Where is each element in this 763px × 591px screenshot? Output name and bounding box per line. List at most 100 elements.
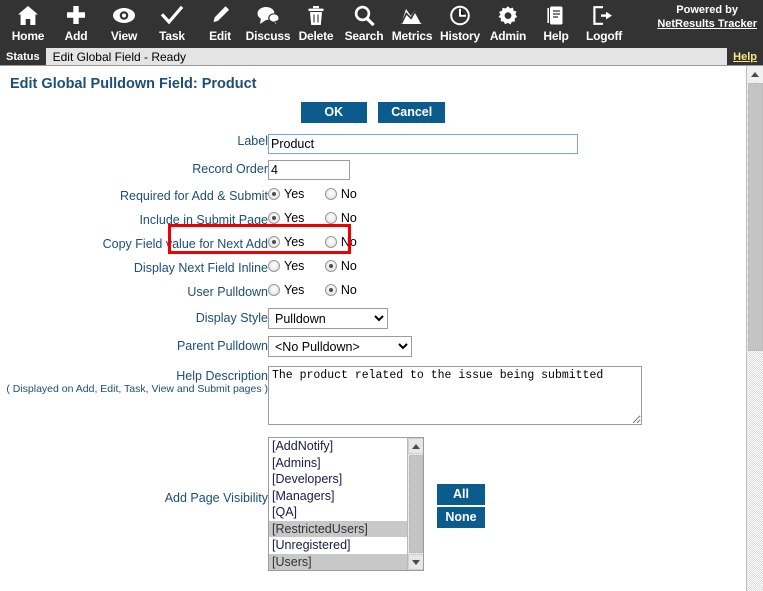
netresults-tracker-link[interactable]: NetResults Tracker	[657, 17, 757, 31]
list-item[interactable]: [Admins]	[269, 455, 407, 472]
required-no-radio[interactable]	[324, 188, 337, 200]
required-no-label: No	[340, 187, 357, 201]
toolbar-item-logoff[interactable]: Logoff	[580, 0, 628, 48]
list-item[interactable]: [Managers]	[269, 488, 407, 505]
include-submit-no-option[interactable]: No	[324, 211, 373, 225]
list-item[interactable]: [QA]	[269, 504, 407, 521]
toolbar-item-metrics[interactable]: Metrics	[388, 0, 436, 48]
scroll-up-icon[interactable]	[747, 66, 763, 82]
display-style-select[interactable]: Pulldown	[268, 308, 388, 329]
add-page-visibility-label: Add Page Visibility	[164, 491, 268, 505]
display-inline-no-radio[interactable]	[324, 260, 337, 272]
listbox-scroll-up-icon[interactable]	[408, 438, 423, 454]
status-bar: Status Edit Global Field - Ready Help	[0, 48, 763, 66]
include-submit-label: Include in Submit Page	[139, 213, 268, 227]
page-scrollbar[interactable]	[746, 66, 763, 591]
select-none-button[interactable]: None	[437, 507, 485, 528]
include-submit-no-label: No	[340, 211, 357, 225]
display-inline-label: Display Next Field Inline	[133, 261, 268, 275]
select-all-button[interactable]: All	[437, 484, 485, 505]
user-pulldown-yes-radio[interactable]	[268, 284, 280, 296]
form-row-user-pulldown: User Pulldown Yes No	[0, 277, 746, 301]
listbox-scroll-thumb[interactable]	[409, 455, 423, 553]
copy-next-add-no-label: No	[340, 235, 357, 249]
toolbar-label-home: Home	[11, 29, 45, 43]
toolbar-item-help[interactable]: Help	[532, 0, 580, 48]
record-order-label: Record Order	[192, 162, 268, 176]
ok-button[interactable]: OK	[300, 102, 367, 123]
toolbar-item-search[interactable]: Search	[340, 0, 388, 48]
copy-next-add-yes-radio[interactable]	[268, 236, 280, 248]
toolbar-label-metrics: Metrics	[391, 29, 433, 43]
plus-icon	[65, 3, 87, 27]
form-row-include-submit: Include in Submit Page Yes No	[0, 205, 746, 229]
form-content: Edit Global Pulldown Field: Product OK C…	[0, 66, 746, 591]
user-pulldown-yes-option[interactable]: Yes	[268, 283, 320, 297]
record-order-input[interactable]	[268, 160, 350, 180]
list-item[interactable]: [Developers]	[269, 471, 407, 488]
listbox-items: [AddNotify] [Admins] [Developers] [Manag…	[269, 438, 407, 570]
copy-next-add-no-radio[interactable]	[324, 236, 337, 248]
toolbar-item-view[interactable]: View	[100, 0, 148, 48]
toolbar-item-discuss[interactable]: Discuss	[244, 0, 292, 48]
clock-icon	[449, 3, 471, 27]
magnifier-icon	[353, 3, 375, 27]
copy-next-add-yes-label: Yes	[284, 235, 305, 249]
toolbar-item-delete[interactable]: Delete	[292, 0, 340, 48]
toolbar-item-edit[interactable]: Edit	[196, 0, 244, 48]
required-no-option[interactable]: No	[324, 187, 373, 201]
listbox-scrollbar[interactable]	[407, 438, 423, 570]
list-item[interactable]: [Unregistered]	[269, 537, 407, 554]
page-scroll-thumb[interactable]	[748, 83, 763, 351]
parent-pulldown-select[interactable]: <No Pulldown>	[268, 336, 412, 357]
listbox-scroll-down-icon[interactable]	[408, 554, 423, 570]
chart-icon	[400, 3, 424, 27]
list-item[interactable]: [AddNotify]	[269, 438, 407, 455]
include-submit-yes-option[interactable]: Yes	[268, 211, 320, 225]
form-row-display-inline: Display Next Field Inline Yes No	[0, 253, 746, 277]
trash-icon	[305, 3, 327, 27]
list-item[interactable]: [Users]	[269, 553, 407, 570]
powered-by-block: Powered by NetResults Tracker	[657, 3, 757, 31]
status-help-container: Help	[727, 48, 763, 65]
display-style-label: Display Style	[195, 311, 268, 325]
required-yes-radio[interactable]	[268, 188, 280, 200]
help-link[interactable]: Help	[733, 51, 757, 63]
cancel-button[interactable]: Cancel	[378, 102, 446, 123]
toolbar-label-history: History	[440, 29, 480, 43]
exit-icon	[592, 3, 616, 27]
display-inline-yes-option[interactable]: Yes	[268, 259, 320, 273]
copy-next-add-no-option[interactable]: No	[324, 235, 373, 249]
powered-by-text: Powered by	[676, 4, 739, 16]
edit-field-form: Label Record Order Required for Add & Su…	[0, 134, 746, 571]
toolbar-item-task[interactable]: Task	[148, 0, 196, 48]
toolbar-item-add[interactable]: Add	[52, 0, 100, 48]
toolbar-label-task: Task	[159, 29, 185, 43]
toolbar-item-admin[interactable]: Admin	[484, 0, 532, 48]
user-pulldown-no-radio[interactable]	[324, 284, 337, 296]
page-body: Edit Global Pulldown Field: Product OK C…	[0, 66, 763, 591]
required-yes-option[interactable]: Yes	[268, 187, 320, 201]
include-submit-no-radio[interactable]	[324, 212, 337, 224]
toolbar-item-home[interactable]: Home	[4, 0, 52, 48]
toolbar-label-help: Help	[543, 29, 569, 43]
required-yes-label: Yes	[284, 187, 305, 201]
form-action-buttons: OK Cancel	[0, 102, 746, 123]
document-icon	[546, 3, 566, 27]
user-pulldown-yes-label: Yes	[284, 283, 305, 297]
label-input[interactable]	[268, 134, 578, 154]
form-row-display-style: Display Style Pulldown	[0, 301, 746, 329]
display-inline-yes-radio[interactable]	[268, 260, 280, 272]
main-toolbar: Home Add View Task Edit Discuss Delete S…	[0, 0, 763, 48]
form-row-help-description: Help Description ( Displayed on Add, Edi…	[0, 357, 746, 430]
include-submit-yes-label: Yes	[284, 211, 305, 225]
user-pulldown-no-option[interactable]: No	[324, 283, 373, 297]
list-item[interactable]: [RestrictedUsers]	[269, 520, 407, 537]
toolbar-item-history[interactable]: History	[436, 0, 484, 48]
required-label: Required for Add & Submit	[120, 189, 268, 203]
help-description-textarea[interactable]: The product related to the issue being s…	[268, 366, 642, 425]
display-inline-no-option[interactable]: No	[324, 259, 373, 273]
include-submit-yes-radio[interactable]	[268, 212, 280, 224]
copy-next-add-yes-option[interactable]: Yes	[268, 235, 320, 249]
add-page-visibility-listbox[interactable]: [AddNotify] [Admins] [Developers] [Manag…	[268, 437, 424, 571]
